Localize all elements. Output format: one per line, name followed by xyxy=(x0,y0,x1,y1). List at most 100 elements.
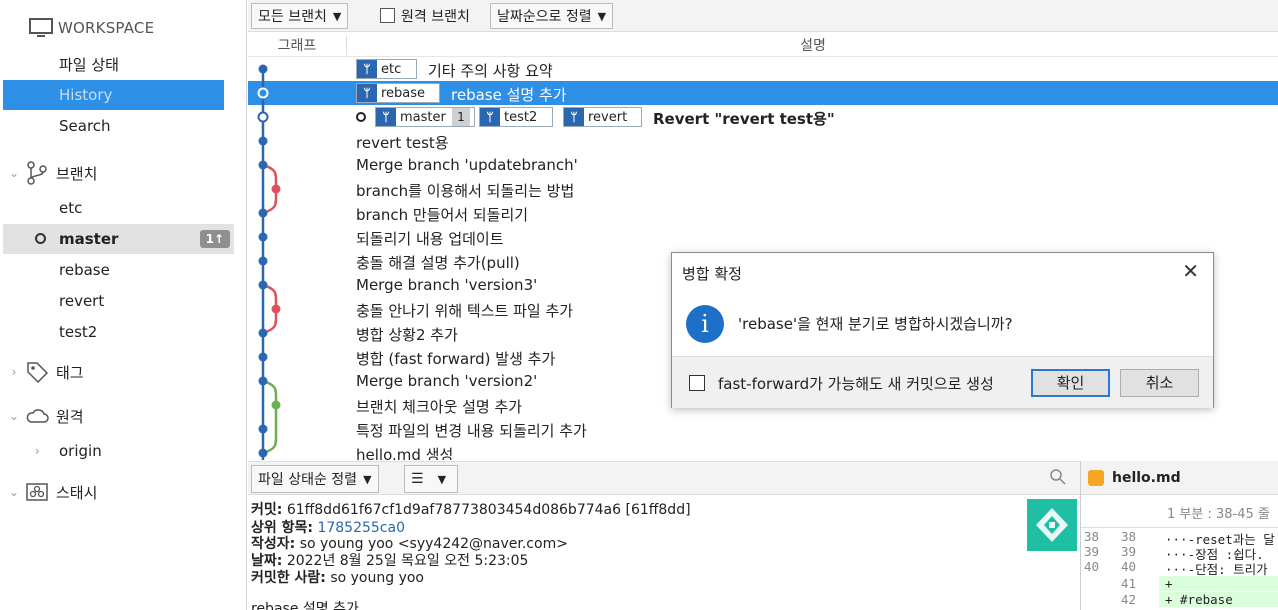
commit-message: Merge branch 'version2' xyxy=(356,372,538,390)
branch-tag-label: rebase xyxy=(381,85,426,101)
file-toolbar: 파일 상태순 정렬 ▼ ☰ ▼ xyxy=(248,461,1080,495)
line-number-new: 39 xyxy=(1121,544,1137,559)
commit-row[interactable]: branch를 이용해서 되돌리는 방법 xyxy=(248,177,1278,201)
line-number-old: 38 xyxy=(1084,529,1100,544)
branch-tag: ᛘ revert xyxy=(563,107,642,127)
commit-node xyxy=(257,87,269,99)
line-number-new: 40 xyxy=(1121,559,1137,574)
sidebar-item-branch-revert[interactable]: revert xyxy=(3,286,224,316)
branch-icon xyxy=(24,160,50,186)
commit-message: Revert "revert test용" xyxy=(653,110,835,128)
ahead-badge: 1↑ xyxy=(199,230,230,248)
file-sort-dropdown[interactable]: 파일 상태순 정렬 ▼ xyxy=(251,465,379,493)
dropdown-label: 날짜순으로 정렬 xyxy=(497,9,592,25)
commit-message: revert test용 xyxy=(356,134,449,152)
sidebar-item-branch-etc[interactable]: etc xyxy=(3,193,224,223)
branch-filter-dropdown[interactable]: 모든 브랜치 ▼ xyxy=(251,3,349,29)
avatar xyxy=(1027,499,1077,551)
remote-branch-label: 원격 브랜치 xyxy=(401,9,470,25)
line-number-old: 40 xyxy=(1084,559,1100,574)
diff-line-added: 42 + #rebase xyxy=(1081,592,1278,607)
line-number-new: 41 xyxy=(1121,576,1137,591)
list-view-icon: ☰ xyxy=(411,471,424,487)
commit-message: 특정 파일의 변경 내용 되돌리기 추가 xyxy=(356,422,587,440)
commit-node xyxy=(258,232,268,242)
commit-graph xyxy=(257,64,281,460)
commit-node xyxy=(258,280,268,290)
commit-row[interactable]: revert test용 xyxy=(248,129,1278,153)
commit-message: branch를 이용해서 되돌리는 방법 xyxy=(356,182,575,200)
dropdown-label: 모든 브랜치 xyxy=(258,9,327,25)
file-view-dropdown[interactable]: ☰ ▼ xyxy=(404,465,458,493)
line-number-old: 39 xyxy=(1084,544,1100,559)
commit-list-header: 그래프 설명 xyxy=(248,33,1278,57)
sidebar-item-label: Search xyxy=(59,117,111,135)
ahead-count: 1 xyxy=(452,108,470,126)
chevron-right-icon: › xyxy=(11,365,17,379)
branch-label: revert xyxy=(59,292,105,310)
branch-tag: ᛘ master 1 xyxy=(375,107,475,127)
branch-tag-label: master xyxy=(400,109,446,125)
branch-icon: ᛘ xyxy=(480,108,500,126)
chevron-down-icon: ▼ xyxy=(597,9,607,23)
commit-row[interactable]: branch 만들어서 되돌리기 xyxy=(248,201,1278,225)
branch-tag-label: test2 xyxy=(504,109,538,125)
diff-line: 40 40 ···-단점: 트리가 xyxy=(1081,559,1278,577)
chevron-down-icon: ⌄ xyxy=(8,166,20,180)
sidebar-section-tags[interactable]: › 태그 xyxy=(0,358,84,386)
commit-node xyxy=(258,448,268,458)
commit-row[interactable]: ᛘ etc 기타 주의 사항 요약 xyxy=(248,57,1278,81)
branch-icon: ᛘ xyxy=(357,84,377,102)
column-header-graph[interactable]: 그래프 xyxy=(248,35,347,55)
commit-row[interactable]: hello.md 생성 xyxy=(248,441,1278,460)
commit-message: 병합 상황2 추가 xyxy=(356,326,458,344)
branch-tag: ᛘ etc xyxy=(356,59,417,79)
commit-hash-line: 커밋: 61ff8dd61f67cf1d9af78773803454d086b7… xyxy=(251,499,691,519)
dialog-title: 병합 확정 xyxy=(682,265,742,283)
sort-dropdown[interactable]: 날짜순으로 정렬 ▼ xyxy=(490,3,614,29)
diff-line: 39 39 ···-장점 :쉽다. xyxy=(1081,544,1278,562)
search-icon[interactable] xyxy=(1049,468,1067,490)
chevron-down-icon: ▼ xyxy=(332,9,342,23)
sidebar-section-remotes[interactable]: ⌄ 원격 xyxy=(0,402,84,430)
commit-row[interactable]: ᛘ master 1 ᛘ test2 ᛘ revert Revert "revert t… xyxy=(248,105,1278,129)
cloud-icon xyxy=(24,403,50,429)
close-icon[interactable]: ✕ xyxy=(1182,259,1199,283)
sidebar-section-branches[interactable]: ⌄ 브랜치 xyxy=(0,159,97,187)
fast-forward-checkbox[interactable] xyxy=(689,375,705,391)
hunk-label: 1 부분 : 38-45 줄 xyxy=(1167,507,1270,522)
info-icon: i xyxy=(686,305,724,343)
sidebar-section-stashes[interactable]: ⌄ 스태시 xyxy=(0,478,97,506)
merge-confirm-dialog: 병합 확정 ✕ i 'rebase'을 현재 분기로 병합하시겠습니까? fas… xyxy=(671,252,1214,408)
cancel-button[interactable]: 취소 xyxy=(1120,369,1199,397)
fast-forward-checkbox-label[interactable]: fast-forward가 가능해도 새 커밋으로 생성 xyxy=(718,373,994,394)
sidebar-item-file-status[interactable]: 파일 상태 xyxy=(3,49,224,79)
commit-message: 충돌 안나기 위해 텍스트 파일 추가 xyxy=(356,302,574,320)
branch-icon: ᛘ xyxy=(564,108,584,126)
detail-label: 커밋: xyxy=(251,502,283,518)
commit-row[interactable]: 특정 파일의 변경 내용 되돌리기 추가 xyxy=(248,417,1278,441)
line-number-new: 38 xyxy=(1121,529,1137,544)
sidebar-item-branch-master[interactable]: master 1↑ xyxy=(3,224,234,254)
sidebar-item-label: History xyxy=(59,86,113,104)
sidebar-item-history[interactable]: History xyxy=(3,80,224,110)
column-header-description[interactable]: 설명 xyxy=(348,35,1278,55)
commit-row[interactable]: Merge branch 'updatebranch' xyxy=(248,153,1278,177)
detail-label: 커밋한 사람: xyxy=(251,570,326,586)
commit-row[interactable]: 되돌리기 내용 업데이트 xyxy=(248,225,1278,249)
commit-node xyxy=(258,136,268,146)
history-toolbar: 모든 브랜치 ▼ 원격 브랜치 날짜순으로 정렬 ▼ xyxy=(248,0,1278,32)
sidebar-item-branch-rebase[interactable]: rebase xyxy=(3,255,224,285)
branch-label: master xyxy=(59,230,119,248)
remote-branch-checkbox[interactable] xyxy=(380,8,395,23)
dialog-footer: fast-forward가 가능해도 새 커밋으로 생성 확인 취소 xyxy=(672,356,1213,408)
sidebar-item-remote-origin[interactable]: › origin xyxy=(3,436,224,466)
branch-tag-label: revert xyxy=(588,109,628,125)
sidebar-item-search[interactable]: Search xyxy=(3,111,224,141)
commit-message: rebase 설명 추가 xyxy=(451,86,567,104)
commit-row[interactable]: ᛘ rebase rebase 설명 추가 xyxy=(248,81,1278,105)
ok-button[interactable]: 확인 xyxy=(1031,369,1110,397)
sidebar-item-branch-test2[interactable]: test2 xyxy=(3,317,224,347)
hunk-header: 1 부분 : 38-45 줄 xyxy=(1081,496,1278,528)
tag-icon xyxy=(24,359,50,385)
